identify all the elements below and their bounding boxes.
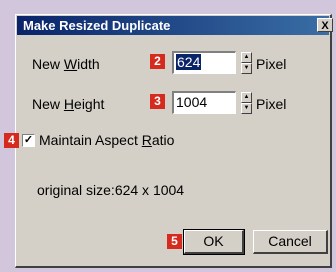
title-bar[interactable]: Make Resized Duplicate X xyxy=(17,16,333,35)
new-width-unit: Pixel xyxy=(256,56,287,72)
new-height-label-mnemonic: H xyxy=(63,96,75,112)
ok-button[interactable]: OK xyxy=(183,229,245,255)
dialog-title: Make Resized Duplicate xyxy=(23,18,171,33)
callout-badge-3: 3 xyxy=(150,94,165,109)
maintain-aspect-label-post: atio xyxy=(151,132,175,148)
callout-badge-5: 5 xyxy=(167,234,182,249)
new-width-spinner[interactable]: ▲ ▼ xyxy=(241,52,252,74)
maintain-aspect-label-mnemonic: R xyxy=(141,132,152,148)
new-height-label-pre: New xyxy=(32,96,64,112)
spin-down-icon[interactable]: ▼ xyxy=(241,63,252,74)
new-width-label-pre: New xyxy=(32,56,64,72)
maintain-aspect-label[interactable]: Maintain Aspect Ratio xyxy=(39,132,174,148)
close-icon[interactable]: X xyxy=(317,18,333,32)
new-height-value: 1004 xyxy=(176,94,208,110)
cancel-button[interactable]: Cancel xyxy=(253,230,328,254)
new-width-input[interactable]: 624 xyxy=(172,51,236,74)
spin-up-icon[interactable]: ▲ xyxy=(241,92,252,103)
new-height-label-post: eight xyxy=(74,96,105,112)
callout-badge-2: 2 xyxy=(150,54,165,69)
new-height-spinner[interactable]: ▲ ▼ xyxy=(241,92,252,114)
maintain-aspect-label-pre: Maintain Aspect xyxy=(39,132,142,148)
new-width-label: New Width xyxy=(32,56,100,72)
new-width-label-mnemonic: W xyxy=(63,56,78,72)
callout-badge-4: 4 xyxy=(4,133,19,148)
new-height-input[interactable]: 1004 xyxy=(172,91,236,114)
new-width-value: 624 xyxy=(176,54,202,70)
resize-dialog: Make Resized Duplicate X New Width 2 624… xyxy=(4,14,333,268)
spin-down-icon[interactable]: ▼ xyxy=(241,103,252,114)
spin-up-icon[interactable]: ▲ xyxy=(241,52,252,63)
new-height-label: New Height xyxy=(32,96,104,112)
original-size-text: original size:624 x 1004 xyxy=(37,182,185,198)
new-width-label-post: idth xyxy=(77,56,100,72)
new-height-unit: Pixel xyxy=(256,96,287,112)
maintain-aspect-checkbox[interactable]: ✓ xyxy=(22,134,35,147)
